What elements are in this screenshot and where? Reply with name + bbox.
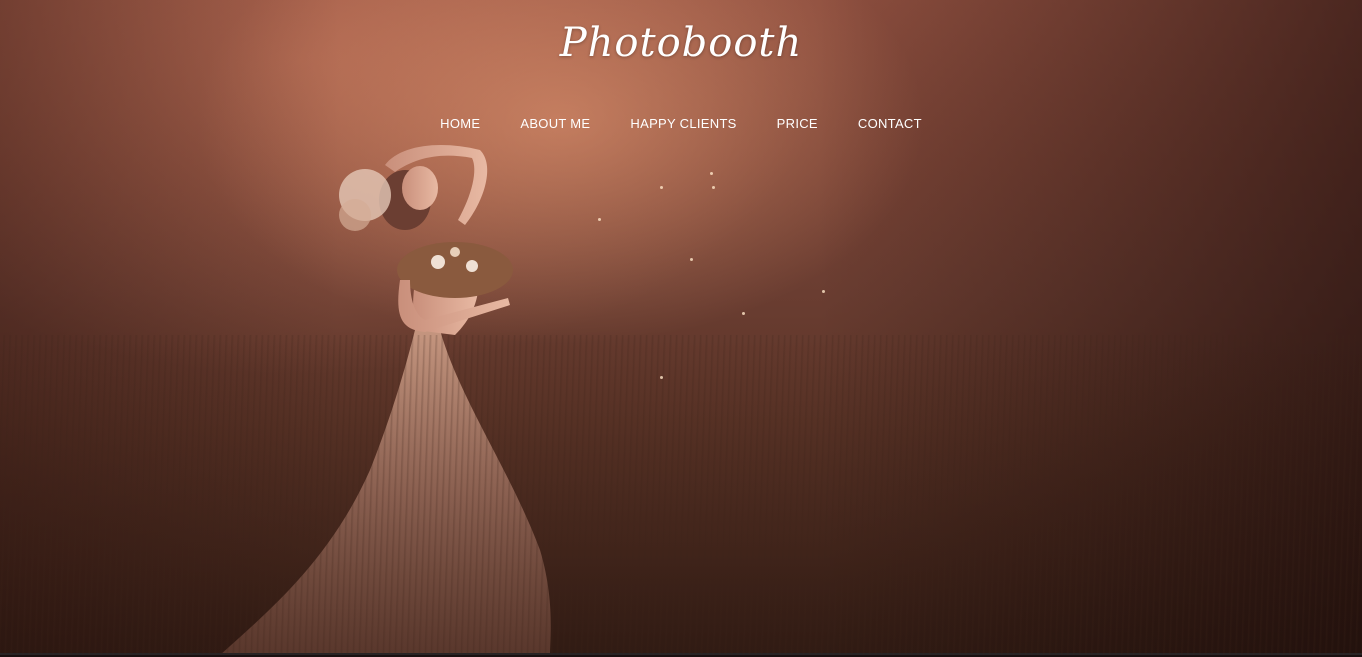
site-logo[interactable]: Photobooth	[0, 20, 1362, 66]
main-nav: HOME ABOUT ME HAPPY CLIENTS PRICE CONTAC…	[0, 114, 1362, 133]
light-particle	[660, 186, 663, 189]
light-particle	[598, 218, 601, 221]
light-particle	[712, 186, 715, 189]
nav-item-price[interactable]: PRICE	[757, 114, 838, 133]
light-particle	[690, 258, 693, 261]
nav-item-about-me[interactable]: ABOUT ME	[500, 114, 610, 133]
nav-item-contact[interactable]: CONTACT	[838, 114, 942, 133]
light-particle	[710, 172, 713, 175]
nav-item-home[interactable]: HOME	[420, 114, 500, 133]
nav-item-happy-clients[interactable]: HAPPY CLIENTS	[610, 114, 756, 133]
hero-section: Photobooth HOME ABOUT ME HAPPY CLIENTS P…	[0, 0, 1362, 655]
light-particle	[742, 312, 745, 315]
hero-figure-image	[220, 145, 551, 655]
light-particle	[660, 376, 663, 379]
light-particle	[822, 290, 825, 293]
bottom-divider	[0, 653, 1362, 655]
